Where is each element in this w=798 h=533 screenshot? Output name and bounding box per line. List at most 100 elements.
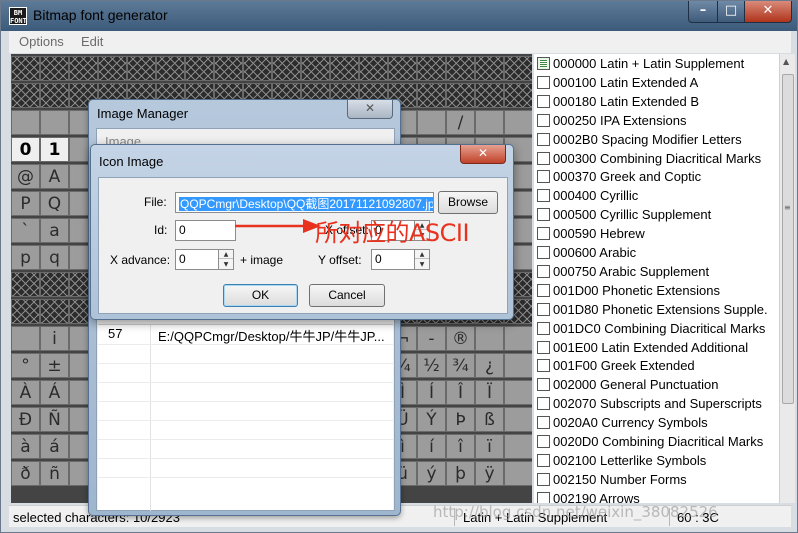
- range-checkbox[interactable]: [537, 321, 550, 335]
- glyph-cell[interactable]: a: [40, 218, 69, 243]
- ok-button[interactable]: OK: [223, 284, 298, 307]
- glyph-cell[interactable]: [504, 380, 532, 405]
- glyph-cell[interactable]: [475, 110, 504, 135]
- range-checkbox[interactable]: [537, 302, 550, 316]
- glyph-cell[interactable]: p: [11, 245, 40, 270]
- glyph-cell[interactable]: [127, 56, 156, 81]
- range-checkbox[interactable]: [537, 246, 550, 259]
- glyph-cell[interactable]: [388, 56, 417, 81]
- glyph-cell[interactable]: Á: [40, 380, 69, 405]
- spin-down-icon[interactable]: ▼: [415, 260, 429, 269]
- glyph-cell[interactable]: Q: [40, 191, 69, 216]
- unicode-range-item[interactable]: 0002B0 Spacing Modifier Letters: [534, 131, 779, 150]
- glyph-cell[interactable]: /: [446, 110, 475, 135]
- glyph-cell[interactable]: [11, 83, 40, 108]
- glyph-cell[interactable]: [11, 299, 40, 324]
- glyph-cell[interactable]: á: [40, 434, 69, 459]
- glyph-cell[interactable]: [504, 110, 532, 135]
- id-input[interactable]: 0: [175, 220, 236, 241]
- x-advance-spinner[interactable]: ▲ ▼: [218, 249, 234, 270]
- range-checkbox[interactable]: [537, 453, 550, 467]
- range-checkbox[interactable]: [537, 57, 550, 70]
- scrollbar-thumb[interactable]: ≡: [782, 74, 794, 404]
- glyph-cell[interactable]: [301, 56, 330, 81]
- scroll-up-icon[interactable]: ▲: [783, 57, 789, 66]
- unicode-range-item[interactable]: 001D80 Phonetic Extensions Supple.: [534, 301, 779, 320]
- glyph-cell[interactable]: ß: [475, 407, 504, 432]
- glyph-cell[interactable]: [11, 56, 40, 81]
- glyph-cell[interactable]: 0: [11, 137, 40, 162]
- range-checkbox[interactable]: [537, 189, 550, 203]
- glyph-cell[interactable]: ð: [11, 461, 40, 486]
- glyph-cell[interactable]: [504, 353, 532, 378]
- glyph-cell[interactable]: [446, 56, 475, 81]
- unicode-range-item[interactable]: 001DC0 Combining Diacritical Marks: [534, 320, 779, 339]
- spin-up-icon[interactable]: ▲: [219, 250, 233, 259]
- unicode-range-item[interactable]: 002190 Arrows: [534, 490, 779, 503]
- unicode-range-item[interactable]: 000250 IPA Extensions: [534, 112, 779, 131]
- glyph-cell[interactable]: ¿: [475, 353, 504, 378]
- glyph-cell[interactable]: [40, 299, 69, 324]
- image-manager-close-button[interactable]: ✕: [347, 100, 393, 119]
- cancel-button[interactable]: Cancel: [309, 284, 385, 307]
- image-list[interactable]: 57 E:/QQPCmgr/Desktop/牛牛JP/牛牛JP...: [98, 324, 393, 511]
- spin-down-icon[interactable]: ▼: [219, 260, 233, 269]
- glyph-cell[interactable]: [40, 272, 69, 297]
- unicode-range-item[interactable]: 0020A0 Currency Symbols: [534, 414, 779, 433]
- range-checkbox[interactable]: [537, 416, 550, 430]
- unicode-range-item[interactable]: 000600 Arabic: [534, 244, 779, 263]
- unicode-range-item[interactable]: 002100 Letterlike Symbols: [534, 452, 779, 471]
- glyph-cell[interactable]: í: [417, 434, 446, 459]
- range-checkbox[interactable]: [537, 151, 550, 165]
- glyph-cell[interactable]: ®: [446, 326, 475, 351]
- glyph-cell[interactable]: i: [40, 326, 69, 351]
- glyph-cell[interactable]: þ: [446, 461, 475, 486]
- glyph-cell[interactable]: [475, 326, 504, 351]
- glyph-cell[interactable]: [214, 56, 243, 81]
- range-checkbox[interactable]: [537, 113, 550, 127]
- close-button[interactable]: ✕: [744, 1, 792, 23]
- glyph-cell[interactable]: Í: [417, 380, 446, 405]
- glyph-cell[interactable]: [475, 83, 504, 108]
- glyph-cell[interactable]: [11, 326, 40, 351]
- range-checkbox[interactable]: [537, 94, 550, 108]
- glyph-cell[interactable]: [504, 434, 532, 459]
- file-input[interactable]: QQPCmgr\Desktop\QQ截图20171121092807.jpg: [175, 192, 434, 213]
- unicode-range-item[interactable]: 002000 General Punctuation: [534, 376, 779, 395]
- maximize-button[interactable]: □: [717, 1, 745, 23]
- glyph-cell[interactable]: ï: [475, 434, 504, 459]
- range-checkbox[interactable]: [537, 491, 550, 503]
- menu-edit[interactable]: Edit: [81, 34, 103, 49]
- y-offset-spinner[interactable]: ▲ ▼: [414, 249, 430, 270]
- glyph-cell[interactable]: [185, 56, 214, 81]
- unicode-range-item[interactable]: 000100 Latin Extended A: [534, 74, 779, 93]
- range-checkbox[interactable]: [537, 132, 550, 146]
- glyph-cell[interactable]: [504, 326, 532, 351]
- glyph-cell[interactable]: @: [11, 164, 40, 189]
- glyph-cell[interactable]: [156, 56, 185, 81]
- unicode-range-item[interactable]: 001E00 Latin Extended Additional: [534, 339, 779, 358]
- minimize-button[interactable]: –: [688, 1, 718, 23]
- range-checkbox[interactable]: [537, 170, 550, 184]
- glyph-cell[interactable]: [504, 461, 532, 486]
- browse-button[interactable]: Browse: [438, 191, 498, 214]
- unicode-range-item[interactable]: 001D00 Phonetic Extensions: [534, 282, 779, 301]
- range-checkbox[interactable]: [537, 227, 550, 241]
- unicode-range-item[interactable]: 000750 Arabic Supplement: [534, 263, 779, 282]
- glyph-cell[interactable]: [243, 56, 272, 81]
- glyph-cell[interactable]: [98, 56, 127, 81]
- list-scrollbar[interactable]: ▲ ≡: [779, 54, 795, 503]
- glyph-cell[interactable]: î: [446, 434, 475, 459]
- glyph-cell[interactable]: à: [11, 434, 40, 459]
- glyph-cell[interactable]: °: [11, 353, 40, 378]
- glyph-cell[interactable]: [504, 83, 532, 108]
- image-list-row[interactable]: 57 E:/QQPCmgr/Desktop/牛牛JP/牛牛JP...: [98, 325, 393, 344]
- glyph-cell[interactable]: Î: [446, 380, 475, 405]
- glyph-cell[interactable]: [40, 56, 69, 81]
- glyph-cell[interactable]: [504, 407, 532, 432]
- unicode-range-item[interactable]: 001F00 Greek Extended: [534, 357, 779, 376]
- glyph-cell[interactable]: q: [40, 245, 69, 270]
- glyph-cell[interactable]: ±: [40, 353, 69, 378]
- glyph-cell[interactable]: [417, 83, 446, 108]
- glyph-cell[interactable]: [330, 56, 359, 81]
